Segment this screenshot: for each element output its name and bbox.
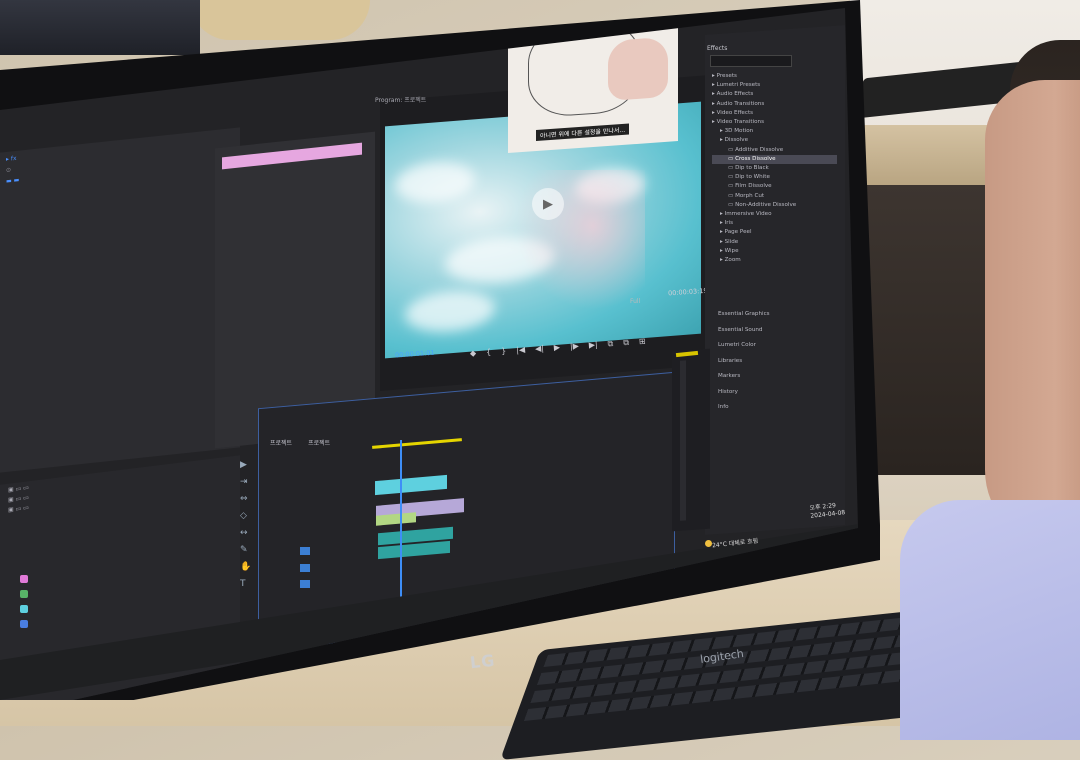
- go-to-in-icon[interactable]: |◀: [516, 345, 526, 362]
- hand: [608, 36, 668, 101]
- menu-effects[interactable]: Effects: [453, 21, 478, 31]
- overlay-caption: 아니면 위에 다른 설정을 만나서...: [536, 123, 630, 141]
- video-subject: [515, 170, 645, 310]
- timeline-tabs: 프로젝트 프로젝트: [270, 438, 330, 447]
- effects-item[interactable]: ▸ Presets: [712, 72, 837, 81]
- panel-section[interactable]: Lumetri Color: [718, 338, 838, 354]
- effects-item[interactable]: ▭ Film Dissolve: [712, 182, 837, 191]
- mark-in-icon[interactable]: {: [486, 348, 492, 364]
- label-color-swatch: [20, 590, 28, 598]
- playhead[interactable]: [400, 440, 402, 610]
- video-cloud: [395, 159, 475, 206]
- effects-item[interactable]: ▭ Additive Dissolve: [712, 146, 837, 155]
- effects-item[interactable]: ▸ 3D Motion: [712, 127, 837, 136]
- track-toggle-button[interactable]: [300, 547, 310, 555]
- effects-item[interactable]: ▭ Dip to Black: [712, 164, 837, 173]
- effects-item[interactable]: ▸ Dissolve: [712, 136, 837, 145]
- panel-section[interactable]: Essential Graphics: [718, 307, 838, 323]
- type-icon[interactable]: T: [240, 579, 256, 589]
- effects-item[interactable]: ▸ Video Effects: [712, 109, 837, 118]
- effects-item[interactable]: ▸ Audio Effects: [712, 90, 837, 99]
- track-select-icon[interactable]: ⇥: [240, 477, 256, 487]
- menu-graphics[interactable]: Graphics: [541, 11, 573, 22]
- play-icon[interactable]: ▶: [532, 188, 564, 220]
- label-color-swatch: [20, 605, 28, 613]
- track-headers: [285, 512, 365, 612]
- effects-item[interactable]: ▸ Wipe: [712, 247, 837, 256]
- slip-icon[interactable]: ↔: [240, 528, 256, 538]
- effects-item[interactable]: ▸ Lumetri Presets: [712, 81, 837, 90]
- effects-item[interactable]: ▸ Page Peel: [712, 228, 837, 237]
- program-monitor-title: Program: 프로젝트: [375, 97, 427, 104]
- effects-item[interactable]: ▭ Dip to White: [712, 173, 837, 182]
- ripple-edit-icon[interactable]: ⇔: [240, 494, 256, 504]
- panel-section[interactable]: Libraries: [718, 354, 838, 370]
- track-toggle-button[interactable]: [300, 580, 310, 588]
- timeline-tab[interactable]: 프로젝트: [270, 438, 292, 447]
- panel-section[interactable]: Info: [718, 400, 838, 416]
- label-color-swatch: [20, 620, 28, 628]
- effects-tree: ▸ Presets ▸ Lumetri Presets ▸ Audio Effect…: [712, 72, 837, 265]
- effects-item[interactable]: ▸ Slide: [712, 238, 837, 247]
- effects-item[interactable]: ▭ Morph Cut: [712, 192, 837, 201]
- effects-item[interactable]: ▸ Immersive Video: [712, 210, 837, 219]
- effects-panel-title: Effects: [707, 45, 728, 52]
- effects-item[interactable]: ▸ Video Transitions: [712, 118, 837, 127]
- effects-item[interactable]: ▸ Zoom: [712, 256, 837, 265]
- panel-sections: Essential Graphics Essential Sound Lumetri…: [718, 307, 838, 416]
- lift-icon[interactable]: ⧉: [607, 339, 614, 355]
- panel-section[interactable]: History: [718, 385, 838, 401]
- source-panel: ▸ fx ⊙ ▬ ▬: [0, 127, 240, 473]
- selection-tool-icon[interactable]: ▶: [240, 460, 256, 470]
- effects-item[interactable]: ▸ Audio Transitions: [712, 100, 837, 109]
- menu-audio[interactable]: Audio: [499, 17, 520, 27]
- timeline-tab[interactable]: 프로젝트: [308, 438, 330, 447]
- monitor-logo: LG: [469, 650, 497, 673]
- person-shirt: [900, 500, 1080, 740]
- effects-search-input[interactable]: [710, 55, 792, 67]
- play-stop-icon[interactable]: ▶: [554, 343, 561, 359]
- effects-item[interactable]: ▭ Non-Additive Dissolve: [712, 201, 837, 210]
- mark-out-icon[interactable]: }: [501, 346, 507, 362]
- background-screen: [0, 0, 200, 55]
- tools-panel: ▶ ⇥ ⇔ ◇ ↔ ✎ ✋ T: [240, 460, 256, 610]
- razor-icon[interactable]: ◇: [240, 511, 256, 521]
- label-color-swatch: [20, 575, 28, 583]
- track-toggle-button[interactable]: [300, 564, 310, 572]
- hand-icon[interactable]: ✋: [240, 562, 256, 572]
- pen-icon[interactable]: ✎: [240, 545, 256, 555]
- extract-icon[interactable]: ⧉: [623, 338, 630, 354]
- person-face: [985, 80, 1080, 550]
- effects-item[interactable]: ▸ Iris: [712, 219, 837, 228]
- video-cloud: [405, 287, 495, 335]
- fit-select[interactable]: Full: [630, 298, 640, 305]
- background-person-hair: [190, 0, 370, 40]
- add-marker-icon[interactable]: ◆: [470, 349, 477, 365]
- step-forward-icon[interactable]: |▶: [570, 341, 580, 358]
- export-frame-icon[interactable]: ⊞: [639, 337, 647, 353]
- go-to-out-icon[interactable]: ▶|: [588, 340, 598, 357]
- audio-meter-bar: [680, 360, 686, 521]
- step-back-icon[interactable]: ◀|: [535, 344, 545, 361]
- menu-color[interactable]: Color: [413, 26, 432, 36]
- panel-section[interactable]: Essential Sound: [718, 323, 838, 339]
- effects-item[interactable]: ▭ Cross Dissolve: [712, 154, 837, 165]
- panel-section[interactable]: Markers: [718, 369, 838, 385]
- audio-meter: [672, 348, 710, 532]
